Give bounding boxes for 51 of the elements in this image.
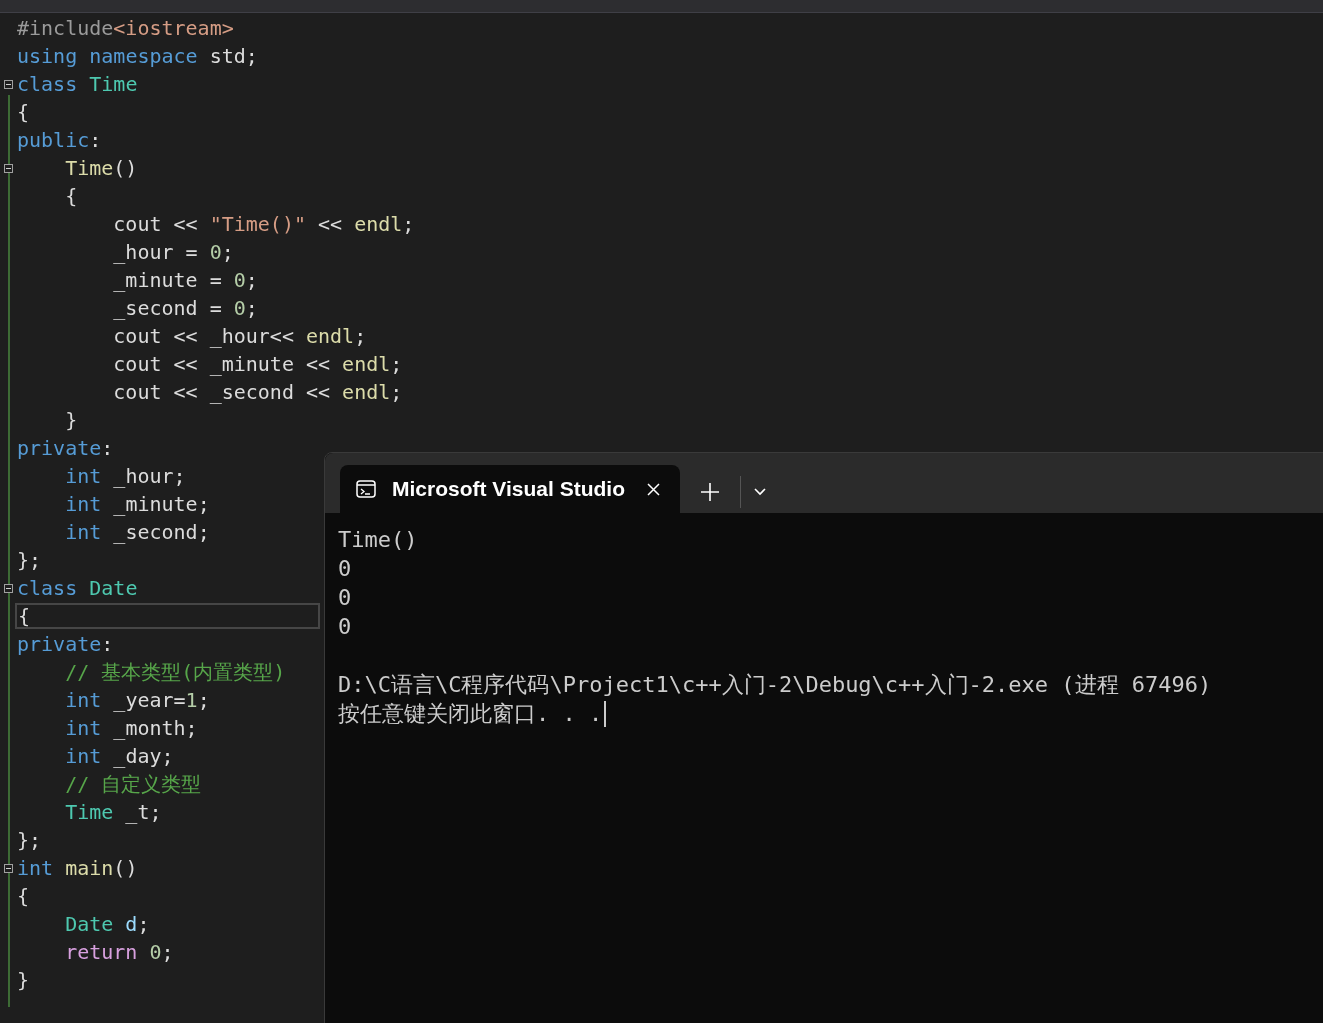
dropdown-button[interactable]: [752, 487, 767, 497]
code-line: #include<iostream>: [16, 15, 234, 41]
text-cursor: [604, 700, 607, 727]
tab-title: Microsoft Visual Studio: [392, 477, 625, 501]
code-line: cout << _second << endl;: [112, 379, 403, 405]
code-line: Time(): [64, 155, 138, 181]
code-line: cout << _hour<< endl;: [112, 323, 367, 349]
code-line: int _year=1;: [64, 687, 210, 713]
console-icon: [356, 480, 376, 498]
code-line: }: [16, 967, 30, 993]
code-line: _minute = 0;: [112, 267, 258, 293]
console-output: D:\C语言\C程序代码\Project1\c++入门-2\Debug\c++入门-2.exe (进程 67496): [338, 671, 1212, 699]
collapse-icon[interactable]: [3, 79, 13, 89]
code-line: // 基本类型(内置类型): [64, 659, 286, 685]
code-line: int _day;: [64, 743, 174, 769]
console-output: 按任意键关闭此窗口. . .: [338, 700, 603, 728]
console-output: 0: [338, 584, 352, 612]
code-line: }: [64, 407, 78, 433]
code-line: public:: [16, 127, 102, 153]
code-line: int main(): [16, 855, 138, 881]
console-output: Time(): [338, 526, 418, 554]
code-line: return 0;: [64, 939, 174, 965]
code-line: };: [16, 547, 42, 573]
collapse-icon[interactable]: [3, 583, 13, 593]
code-line: cout << "Time()" << endl;: [112, 211, 415, 237]
code-line: private:: [16, 435, 114, 461]
code-line: int _hour;: [64, 463, 186, 489]
code-line: class Date: [16, 575, 138, 601]
code-line: {: [16, 883, 30, 909]
code-line: int _second;: [64, 519, 210, 545]
code-line: Time _t;: [64, 799, 162, 825]
code-line: };: [16, 827, 42, 853]
code-line: Date d;: [64, 911, 150, 937]
console-output: 0: [338, 555, 352, 583]
collapse-icon[interactable]: [3, 863, 13, 873]
collapse-icon[interactable]: [3, 163, 13, 173]
code-line: {: [16, 99, 30, 125]
code-line: class Time: [16, 71, 138, 97]
new-tab-button[interactable]: [699, 482, 720, 502]
code-line: _second = 0;: [112, 295, 258, 321]
code-line: private:: [16, 631, 114, 657]
code-line: cout << _minute << endl;: [112, 351, 403, 377]
code-line: int _minute;: [64, 491, 210, 517]
code-line: // 自定义类型: [64, 771, 202, 797]
code-line: {: [64, 183, 78, 209]
close-icon[interactable]: [646, 482, 660, 496]
terminal-tab[interactable]: Microsoft Visual Studio: [340, 465, 680, 513]
console-output: 0: [338, 613, 352, 641]
code-line: int _month;: [64, 715, 198, 741]
code-line: _hour = 0;: [112, 239, 234, 265]
code-line: using namespace std;: [16, 43, 258, 69]
